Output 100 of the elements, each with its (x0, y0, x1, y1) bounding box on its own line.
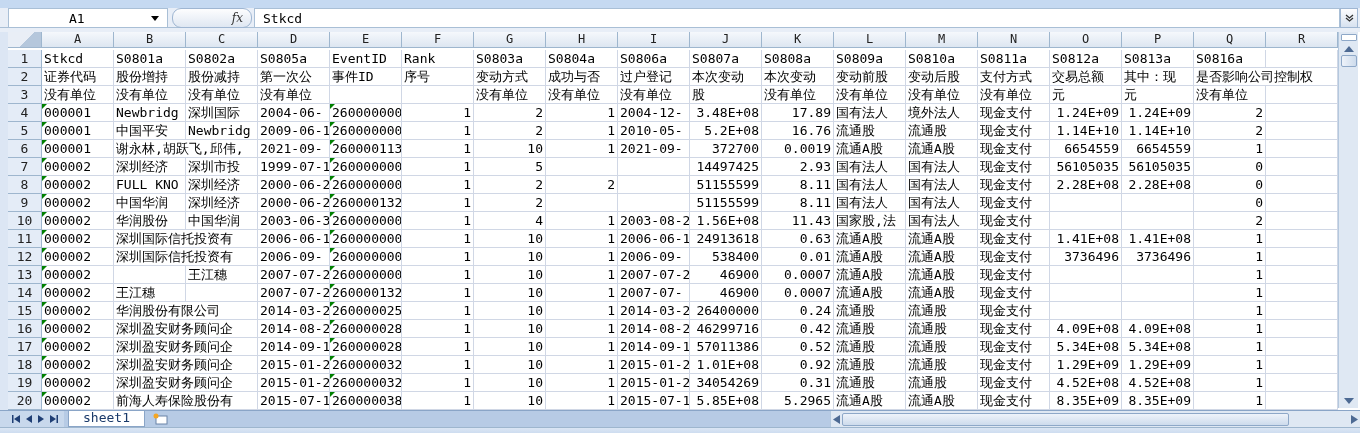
table-cell: 2006-06-1 (258, 230, 330, 248)
column-header[interactable]: K (762, 32, 834, 48)
table-cell: 1 (1194, 284, 1266, 302)
row-header[interactable]: 3 (8, 86, 42, 104)
formula-field[interactable]: Stkcd (254, 8, 1340, 28)
column-header[interactable]: G (474, 32, 546, 48)
table-cell: 1 (546, 212, 618, 230)
table-cell: 没有单位 (42, 86, 114, 104)
row-header[interactable]: 15 (8, 302, 42, 320)
table-cell: 2004-12- (618, 104, 690, 122)
column-header[interactable]: C (186, 32, 258, 48)
empty-cell[interactable] (330, 86, 402, 104)
empty-cell[interactable] (1122, 212, 1194, 230)
column-header[interactable]: L (834, 32, 906, 48)
scroll-thumb[interactable] (842, 412, 1289, 426)
select-all-corner[interactable] (8, 32, 42, 48)
column-header[interactable]: J (690, 32, 762, 48)
name-box[interactable]: A1 (8, 8, 168, 28)
column-header[interactable]: P (1122, 32, 1194, 48)
column-header[interactable]: Q (1194, 32, 1266, 48)
row-header[interactable]: 19 (8, 374, 42, 392)
empty-cell[interactable] (1122, 284, 1194, 302)
table-cell: 10 (474, 338, 546, 356)
column-header[interactable]: I (618, 32, 690, 48)
empty-cell[interactable] (1050, 212, 1122, 230)
row-header[interactable]: 14 (8, 284, 42, 302)
up-arrow-icon[interactable] (1343, 45, 1354, 53)
vertical-scrollbar[interactable] (1338, 32, 1358, 408)
table-cell: 流通股 (834, 356, 906, 374)
first-arrow-icon[interactable] (12, 415, 20, 423)
left-arrow-icon[interactable] (833, 414, 840, 424)
row-header[interactable]: 20 (8, 392, 42, 410)
left-arrow-icon[interactable] (26, 415, 32, 423)
table-cell: 2014-09-1 (618, 338, 690, 356)
row-header[interactable]: 10 (8, 212, 42, 230)
function-button[interactable]: fx (172, 8, 252, 28)
row-header[interactable]: 7 (8, 158, 42, 176)
column-header[interactable]: O (1050, 32, 1122, 48)
table-cell: Newbridg (186, 122, 258, 140)
column-header[interactable]: E (330, 32, 402, 48)
table-cell: 260000000 (332, 177, 401, 192)
right-arrow-icon[interactable] (1351, 414, 1358, 424)
empty-cell[interactable] (546, 194, 618, 212)
row-header[interactable]: 5 (8, 122, 42, 140)
empty-cell[interactable] (618, 176, 690, 194)
expand-button[interactable] (1340, 8, 1358, 28)
empty-cell[interactable] (1050, 302, 1122, 320)
table-cell: 1 (402, 284, 474, 302)
table-cell: 流通股 (834, 374, 906, 392)
row-header[interactable]: 16 (8, 320, 42, 338)
empty-cell[interactable] (1050, 284, 1122, 302)
empty-cell[interactable] (1050, 266, 1122, 284)
right-arrow-icon[interactable] (38, 415, 44, 423)
row-header[interactable]: 18 (8, 356, 42, 374)
empty-cell[interactable] (402, 86, 474, 104)
table-cell: 10 (474, 302, 546, 320)
horizontal-scrollbar[interactable] (830, 411, 1360, 427)
last-arrow-icon[interactable] (50, 415, 58, 423)
table-cell: 没有单位 (978, 86, 1050, 104)
error-indicator-icon (42, 122, 47, 127)
column-header[interactable]: N (978, 32, 1050, 48)
table-cell: 10 (474, 356, 546, 374)
split-box[interactable] (1340, 34, 1357, 41)
sheet-tab[interactable]: sheet1 (68, 411, 145, 427)
table-cell: 深圳盈安财务顾问企 (114, 320, 258, 338)
empty-cell[interactable] (114, 266, 186, 284)
column-header[interactable]: A (42, 32, 114, 48)
table-cell: 000002 (44, 393, 91, 408)
empty-cell[interactable] (1122, 302, 1194, 320)
down-arrow-icon[interactable] (1343, 397, 1354, 405)
table-cell: 2 (1194, 122, 1266, 140)
column-header[interactable]: F (402, 32, 474, 48)
empty-cell[interactable] (618, 158, 690, 176)
row-header[interactable]: 1 (8, 50, 42, 68)
table-cell: 1 (402, 266, 474, 284)
column-header[interactable]: B (114, 32, 186, 48)
row-header[interactable]: 2 (8, 68, 42, 86)
row-header[interactable]: 17 (8, 338, 42, 356)
row-header[interactable]: 11 (8, 230, 42, 248)
column-header[interactable]: M (906, 32, 978, 48)
empty-cell[interactable] (618, 194, 690, 212)
empty-cell[interactable] (1122, 194, 1194, 212)
column-header[interactable]: H (546, 32, 618, 48)
table-cell: 1 (1194, 320, 1266, 338)
column-header[interactable]: D (258, 32, 330, 48)
row-header[interactable]: 6 (8, 140, 42, 158)
row-header[interactable]: 4 (8, 104, 42, 122)
row-header[interactable]: 13 (8, 266, 42, 284)
table-cell: 深圳盈安财务顾问企 (114, 338, 258, 356)
empty-cell[interactable] (546, 158, 618, 176)
row-header[interactable]: 12 (8, 248, 42, 266)
table-cell: 2015-01-2 (618, 374, 690, 392)
empty-cell[interactable] (186, 284, 258, 302)
row-header[interactable]: 8 (8, 176, 42, 194)
empty-cell[interactable] (1122, 266, 1194, 284)
empty-cell[interactable] (1050, 194, 1122, 212)
row-header[interactable]: 9 (8, 194, 42, 212)
error-indicator-icon (330, 374, 335, 379)
column-header[interactable]: R (1266, 32, 1338, 48)
scroll-thumb[interactable] (1340, 55, 1357, 67)
